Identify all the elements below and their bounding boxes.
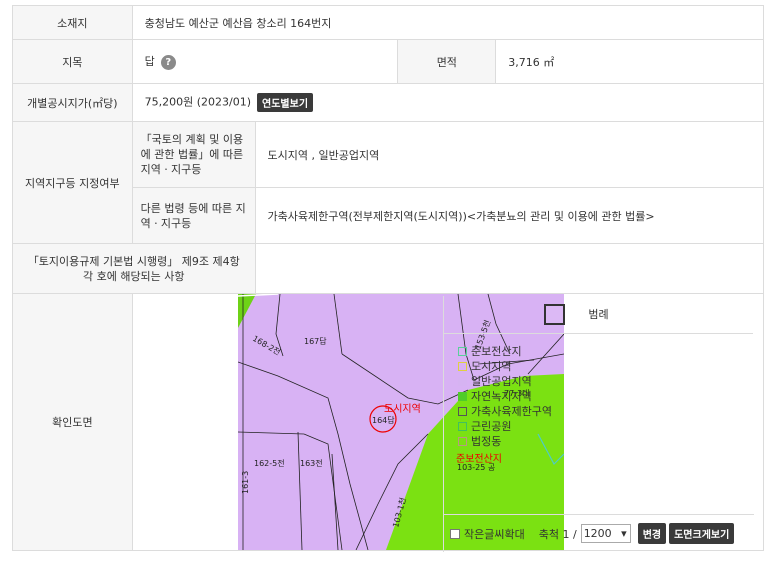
legend-item: 일반공업지역 bbox=[458, 374, 739, 389]
parcel-label: 164답 bbox=[372, 415, 395, 425]
regulation-value bbox=[254, 243, 765, 294]
legend-label: 법정동 bbox=[471, 435, 502, 448]
regulation-label: 「토지이용규제 기본법 시행령」 제9조 제4항 각 호에 해당되는 사항 bbox=[12, 243, 256, 294]
price-empty bbox=[397, 83, 764, 122]
parcel-label: 163전 bbox=[300, 458, 323, 468]
zoning-row1-value: 도시지역 , 일반공업지역 bbox=[254, 121, 765, 188]
map-controls: 작은글씨확대 축척 1 / 1200 변경 도면크게보기 bbox=[444, 514, 754, 552]
legend-item: 법정동 bbox=[458, 434, 739, 449]
change-scale-button[interactable]: 변경 bbox=[637, 523, 667, 544]
legend-title: 범례 bbox=[444, 296, 753, 334]
scale-value: 1200 bbox=[583, 527, 612, 540]
jimok-cell: 답? bbox=[131, 39, 399, 84]
location-label: 소재지 bbox=[12, 5, 133, 40]
legend-label: 근린공원 bbox=[471, 420, 512, 433]
zoning-row2-label: 다른 법령 등에 따른 지역ㆍ지구등 bbox=[131, 187, 256, 244]
legend-swatch bbox=[458, 347, 467, 356]
legend-swatch bbox=[458, 377, 467, 386]
regulation-row: 「토지이용규제 기본법 시행령」 제9조 제4항 각 호에 해당되는 사항 bbox=[12, 243, 765, 294]
jimok-value: 답 bbox=[144, 55, 155, 69]
legend-label: 자연녹지지역 bbox=[471, 390, 532, 403]
legend-item: 자연녹지지역 bbox=[458, 389, 739, 404]
legend-item: 준보전산지 bbox=[458, 344, 739, 359]
zone-label-urban: 도시지역 bbox=[384, 403, 421, 415]
land-info-panel: 소재지 충청남도 예산군 예산읍 창소리 164번지 지목 답? 면적 3,71… bbox=[12, 5, 765, 552]
small-text-label: 작은글씨확대 bbox=[464, 527, 525, 541]
legend-swatch bbox=[458, 407, 467, 416]
jimok-label: 지목 bbox=[12, 39, 133, 84]
map-legend: 범례 준보전산지 도시지역 일반공업지역 자연녹지지역 가축사육제한구역 근린공… bbox=[443, 296, 754, 552]
scale-select[interactable]: 1200 bbox=[580, 524, 631, 543]
legend-swatch bbox=[458, 392, 467, 401]
legend-item: 도시지역 bbox=[458, 359, 739, 374]
yearly-view-button[interactable]: 연도별보기 bbox=[257, 93, 314, 112]
jimok-row: 지목 답? 면적 3,716 ㎡ bbox=[12, 39, 764, 84]
scale-label: 축척 1 / bbox=[538, 527, 577, 541]
legend-swatch bbox=[458, 422, 467, 431]
legend-label: 도시지역 bbox=[471, 360, 512, 373]
price-row: 개별공시지가(㎡당) 75,200원 (2023/01) 연도별보기 bbox=[12, 83, 764, 122]
location-row: 소재지 충청남도 예산군 예산읍 창소리 164번지 bbox=[12, 5, 765, 40]
zoning-row-1: 지역지구등 지정여부 「국토의 계획 및 이용에 관한 법률」에 따른 지역ㆍ지… bbox=[12, 121, 765, 244]
zoning-row1-label: 「국토의 계획 및 이용에 관한 법률」에 따른 지역ㆍ지구등 bbox=[131, 121, 256, 188]
zoning-label: 지역지구등 지정여부 bbox=[12, 121, 133, 244]
small-text-checkbox[interactable] bbox=[450, 528, 460, 539]
parcel-label: 162-5전 bbox=[254, 458, 285, 468]
legend-swatch bbox=[458, 362, 467, 371]
enlarge-map-button[interactable]: 도면크게보기 bbox=[669, 523, 735, 544]
price-cell: 75,200원 (2023/01) 연도별보기 bbox=[131, 83, 398, 122]
area-label: 면적 bbox=[397, 39, 497, 84]
legend-swatch bbox=[458, 437, 467, 446]
help-icon[interactable]: ? bbox=[160, 54, 176, 70]
area-value: 3,716 ㎡ bbox=[495, 39, 764, 84]
legend-item: 근린공원 bbox=[458, 419, 739, 434]
zoning-row2-value: 가축사육제한구역(전부제한지역(도시지역))<가축분뇨의 관리 및 이용에 관한… bbox=[254, 187, 765, 244]
price-label: 개별공시지가(㎡당) bbox=[12, 83, 133, 122]
legend-label: 일반공업지역 bbox=[471, 375, 532, 388]
parcel-label: 161-3 bbox=[241, 471, 250, 494]
legend-label: 준보전산지 bbox=[471, 345, 522, 358]
parcel-label: 167답 bbox=[304, 336, 327, 346]
legend-label: 가축사육제한구역 bbox=[471, 405, 552, 418]
legend-item: 가축사육제한구역 bbox=[458, 404, 739, 419]
location-value: 충청남도 예산군 예산읍 창소리 164번지 bbox=[131, 5, 765, 40]
price-value: 75,200원 (2023/01) bbox=[144, 95, 252, 109]
map-label: 확인도면 bbox=[12, 293, 133, 551]
legend-list: 준보전산지 도시지역 일반공업지역 자연녹지지역 가축사육제한구역 근린공원 법… bbox=[444, 334, 753, 459]
